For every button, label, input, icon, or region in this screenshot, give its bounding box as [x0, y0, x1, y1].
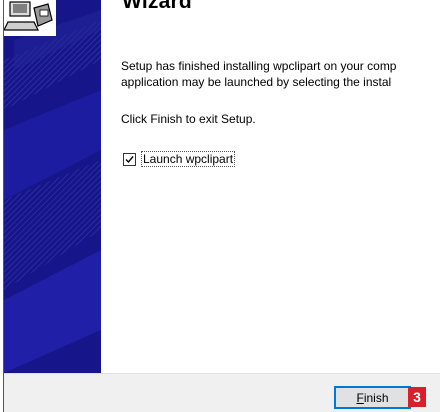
step-number-badge: 3	[408, 387, 426, 407]
computer-setup-icon	[4, 0, 56, 36]
wizard-footer: Finish 3	[4, 373, 440, 412]
wizard-content: Wizard Setup has finished installing wpc…	[104, 0, 440, 373]
finish-accelerator: F	[356, 390, 364, 405]
launch-checkbox[interactable]	[123, 152, 136, 166]
finish-label-rest: inish	[363, 390, 389, 405]
checkmark-icon	[125, 155, 134, 163]
finished-message-line-1: Setup has finished installing wpclipart …	[121, 59, 397, 73]
exit-instruction: Click Finish to exit Setup.	[121, 112, 256, 126]
page-title: Wizard	[122, 0, 192, 13]
launch-checkbox-label[interactable]: Launch wpclipart	[141, 151, 236, 167]
setup-wizard-window: Wizard Setup has finished installing wpc…	[3, 0, 440, 412]
wizard-sidebar-image	[4, 0, 101, 373]
launch-checkbox-row[interactable]: Launch wpclipart	[123, 151, 236, 167]
finish-button[interactable]: Finish	[334, 386, 411, 409]
finished-message-line-2: application may be launched by selecting…	[121, 75, 392, 89]
finished-message: Setup has finished installing wpclipart …	[121, 58, 396, 90]
